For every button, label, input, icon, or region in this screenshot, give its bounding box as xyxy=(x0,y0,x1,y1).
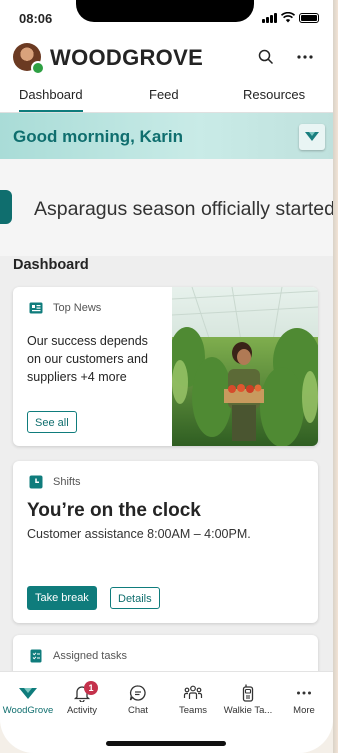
teams-icon xyxy=(183,685,203,699)
status-bar: 08:06 xyxy=(0,0,333,34)
status-time: 08:06 xyxy=(19,11,53,26)
app-header: WOODGROVE xyxy=(0,34,333,78)
nav-activity[interactable]: 1 Activity xyxy=(53,681,111,716)
greeting-text: Good morning, Karin xyxy=(13,127,183,146)
announcement-banner[interactable]: Asparagus season officially started xyxy=(0,160,333,256)
assigned-tasks-header: Assigned tasks xyxy=(29,649,127,663)
walkie-talkie-icon xyxy=(242,684,254,702)
dashboard-title: Dashboard xyxy=(13,257,89,273)
tab-resources[interactable]: Resources xyxy=(243,87,305,102)
announcement-text: Asparagus season officially started xyxy=(34,198,333,220)
top-news-card[interactable]: Top News Our success depends on our cust… xyxy=(13,287,318,446)
see-all-button[interactable]: See all xyxy=(27,411,77,433)
announcement-accent xyxy=(0,190,12,224)
top-news-heading: Top News xyxy=(53,302,102,314)
nav-walkie-talkie[interactable]: Walkie Ta... xyxy=(219,684,277,716)
shift-details-text: Customer assistance 8:00AM – 4:00PM. xyxy=(27,527,251,541)
phone-screen: 08:06 WOODGROVE Dashboard Feed Resources… xyxy=(0,0,333,753)
system-icons xyxy=(262,12,319,23)
news-icon xyxy=(29,302,43,314)
activity-badge: 1 xyxy=(84,681,98,695)
battery-icon xyxy=(299,13,319,23)
nav-more-label: More xyxy=(293,705,315,716)
shift-status-title: You’re on the clock xyxy=(27,500,201,521)
details-button[interactable]: Details xyxy=(110,587,160,609)
presence-icon xyxy=(31,61,45,75)
top-news-header: Top News xyxy=(29,301,101,315)
brand-title: WOODGROVE xyxy=(50,45,204,70)
wifi-icon xyxy=(281,12,295,23)
signal-icon xyxy=(262,13,277,23)
bottom-navigation: WoodGrove 1 Activity Chat Teams Walkie T… xyxy=(0,671,333,753)
tab-feed[interactable]: Feed xyxy=(149,87,179,102)
nav-teams-label: Teams xyxy=(179,705,207,716)
dashboard-section: Dashboard Top News Our success depends o… xyxy=(0,256,333,695)
more-icon xyxy=(297,691,311,695)
greenhouse-photo xyxy=(172,287,318,446)
shifts-card[interactable]: Shifts You’re on the clock Customer assi… xyxy=(13,461,318,623)
nav-chat-label: Chat xyxy=(127,705,149,716)
nav-activity-label: Activity xyxy=(66,705,98,716)
shifts-heading: Shifts xyxy=(53,476,81,488)
home-indicator[interactable] xyxy=(106,741,226,746)
shifts-icon xyxy=(29,475,43,489)
tasks-icon xyxy=(30,649,42,663)
nav-woodgrove[interactable]: WoodGrove xyxy=(0,684,57,716)
device-edge xyxy=(333,0,338,753)
nav-woodgrove-label: WoodGrove xyxy=(2,705,54,716)
search-icon[interactable] xyxy=(255,46,277,68)
woodgrove-icon xyxy=(19,688,37,699)
assigned-tasks-heading: Assigned tasks xyxy=(53,650,127,662)
chat-icon xyxy=(129,685,146,701)
nav-more[interactable]: More xyxy=(275,684,333,716)
notch xyxy=(76,0,254,22)
shifts-header: Shifts xyxy=(29,475,81,489)
woodgrove-logo-icon xyxy=(305,132,319,141)
greeting-banner: Good morning, Karin xyxy=(0,113,333,159)
more-options-icon[interactable] xyxy=(294,46,316,68)
top-news-body: Our success depends on our customers and… xyxy=(27,334,148,384)
tab-bar: Dashboard Feed Resources xyxy=(0,78,333,113)
woodgrove-logo-button[interactable] xyxy=(299,124,325,150)
nav-chat[interactable]: Chat xyxy=(109,684,167,716)
tab-dashboard[interactable]: Dashboard xyxy=(19,87,83,112)
nav-walkie-talkie-label: Walkie Ta... xyxy=(223,705,273,716)
take-break-button[interactable]: Take break xyxy=(27,586,97,610)
nav-teams[interactable]: Teams xyxy=(164,684,222,716)
